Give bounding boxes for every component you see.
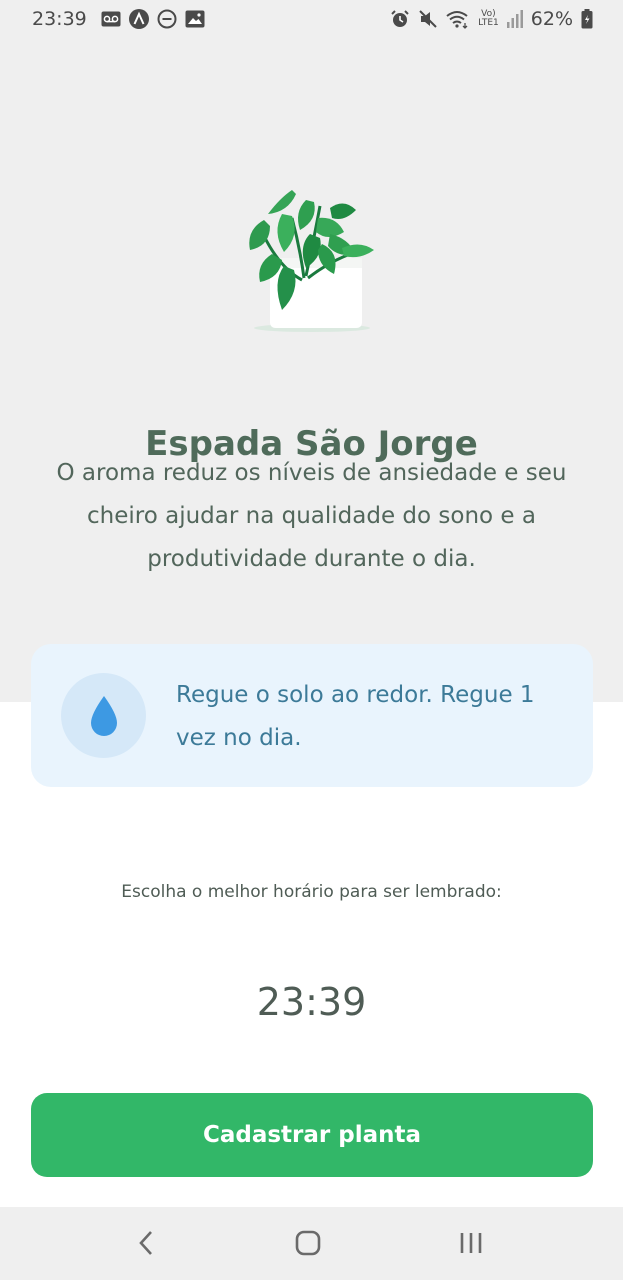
water-drop-icon	[90, 695, 117, 736]
voicemail-icon	[101, 11, 121, 27]
water-tip-text: Regue o solo ao redor. Regue 1 vez no di…	[176, 682, 535, 751]
status-left: 23:39	[32, 8, 205, 30]
network-type: Vo) LTE1	[478, 10, 499, 28]
reminder-label: Escolha o melhor horário para ser lembra…	[121, 882, 502, 902]
wifi-icon	[446, 9, 470, 29]
plant-about: O aroma reduz os níveis de ansiedade e s…	[56, 460, 567, 572]
back-icon[interactable]	[126, 1227, 166, 1259]
screen: 23:39 Vo) LTE1 62% Espada São Jorge O ar…	[0, 0, 623, 1280]
reminder-time-picker[interactable]: 23:39	[0, 980, 623, 1024]
recent-apps-icon[interactable]	[451, 1227, 491, 1259]
home-icon[interactable]	[288, 1227, 328, 1259]
mute-icon	[418, 9, 438, 29]
minus-circle-icon	[157, 9, 177, 29]
alarm-icon	[390, 9, 410, 29]
status-bar: 23:39 Vo) LTE1 62%	[0, 0, 623, 38]
status-right: Vo) LTE1 62%	[390, 8, 593, 30]
battery-icon	[581, 9, 593, 29]
plant-header: Espada São Jorge O aroma reduz os níveis…	[0, 38, 623, 702]
register-plant-button[interactable]: Cadastrar planta	[31, 1093, 593, 1177]
signal-icon	[506, 10, 523, 28]
water-tip-card: Regue o solo ao redor. Regue 1 vez no di…	[31, 644, 593, 787]
network-bottom: LTE1	[478, 18, 499, 28]
battery-percent: 62%	[530, 8, 573, 30]
water-tip-icon-bg	[61, 673, 146, 758]
image-icon	[185, 10, 205, 28]
status-time: 23:39	[32, 8, 87, 30]
system-nav-bar	[0, 1207, 623, 1280]
plant-illustration	[244, 188, 376, 336]
a-circle-icon	[128, 9, 149, 29]
